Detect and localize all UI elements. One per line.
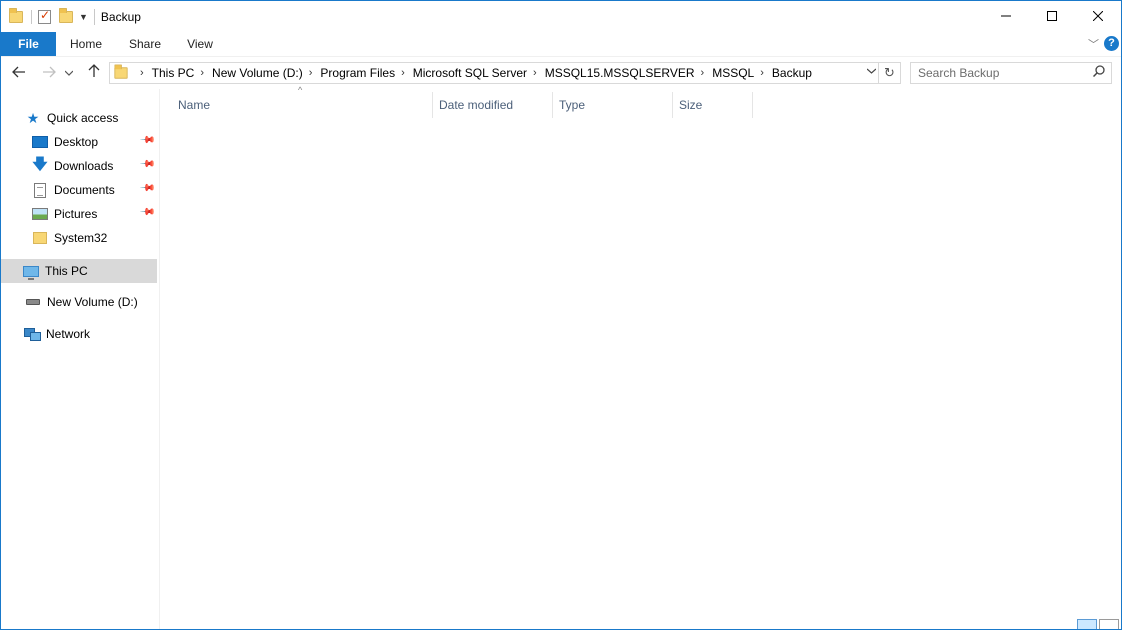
column-divider[interactable] [752,92,753,118]
nav-quick-access[interactable]: ★ Quick access [1,106,157,130]
toolbar-separator [31,10,32,24]
breadcrumb-microsoft-sql-server[interactable]: Microsoft SQL Server [413,66,527,80]
breadcrumb-program-files[interactable]: Program Files [320,66,395,80]
folder-icon [9,8,23,23]
window-title: Backup [100,10,141,24]
pin-icon: 📌 [138,132,156,149]
nav-item-pictures[interactable]: Pictures 📌 [1,202,157,226]
nav-item-label: Documents [54,183,115,197]
folder-icon [114,64,128,79]
nav-item-label: Downloads [54,159,114,173]
column-header-size[interactable]: Size [673,92,751,118]
column-header-type[interactable]: Type [553,92,671,118]
pin-icon: 📌 [138,204,156,221]
nav-item-desktop[interactable]: Desktop 📌 [1,130,157,154]
nav-item-label: System32 [54,231,108,245]
search-icon[interactable] [1092,65,1105,80]
up-arrow-icon [88,64,100,77]
tab-view[interactable]: View [174,32,226,56]
file-list[interactable]: ^ Name Date modified Type Size [160,85,1121,629]
nav-item-label: New Volume (D:) [47,295,138,309]
properties-icon[interactable] [38,8,51,24]
nav-item-documents[interactable]: Documents 📌 [1,178,157,202]
back-arrow-icon [12,66,25,78]
tab-file[interactable]: File [1,32,56,56]
address-row: › This PC › New Volume (D:) › Program Fi… [1,56,1121,89]
minimize-button[interactable] [983,1,1029,31]
breadcrumb-backup[interactable]: Backup [772,66,812,80]
minimize-icon [1001,15,1011,17]
network-icon [24,326,41,342]
pin-icon: 📌 [138,156,156,173]
explorer-window: ▼ Backup File Home Share View ﹀ ? [0,0,1122,630]
pictures-icon [32,206,48,222]
title-bar: ▼ Backup [1,1,1121,32]
chevron-down-icon [64,70,74,76]
tab-share[interactable]: Share [116,32,174,56]
title-separator [93,9,95,25]
breadcrumb-chevron-icon[interactable]: › [401,67,405,79]
close-icon [1093,11,1103,21]
drive-icon [25,294,41,310]
nav-item-network[interactable]: Network [1,322,157,346]
address-bar[interactable]: › This PC › New Volume (D:) › Program Fi… [109,62,879,84]
forward-arrow-icon [43,66,56,78]
breadcrumb-mssql15[interactable]: MSSQL15.MSSQLSERVER [545,66,695,80]
new-folder-icon[interactable] [59,8,73,23]
breadcrumb-new-volume[interactable]: New Volume (D:) [212,66,303,80]
breadcrumb-mssql[interactable]: MSSQL [712,66,754,80]
nav-item-new-volume[interactable]: New Volume (D:) [1,290,157,314]
refresh-icon: ↻ [884,65,895,80]
nav-item-this-pc[interactable]: This PC [1,259,157,283]
nav-item-label: Network [46,327,91,341]
maximize-icon [1047,11,1057,21]
folder-icon [32,230,48,246]
documents-icon [32,182,48,198]
large-icons-view-icon[interactable] [1099,619,1119,629]
help-icon[interactable]: ? [1104,36,1119,51]
back-button[interactable] [9,63,29,83]
nav-item-system32[interactable]: System32 [1,226,157,250]
star-icon: ★ [26,109,40,126]
recent-locations-button[interactable] [63,63,75,83]
breadcrumb-chevron-icon[interactable]: › [701,67,705,79]
pin-icon: 📌 [138,180,156,197]
downloads-icon: 🡇 [32,155,48,173]
navigation-pane: ★ Quick access Desktop 📌 🡇 Downloads 📌 D… [1,89,159,629]
window-controls [983,1,1121,31]
breadcrumb-this-pc[interactable]: This PC [152,66,195,80]
breadcrumb-chevron-icon[interactable]: › [200,67,204,79]
address-history-dropdown-icon[interactable] [866,66,877,77]
customize-toolbar-dropdown-icon[interactable]: ▼ [79,12,88,22]
details-view-icon[interactable] [1077,619,1097,629]
breadcrumb-chevron-icon[interactable]: › [760,67,764,79]
quick-access-toolbar: ▼ Backup [9,7,141,27]
up-button[interactable] [84,63,104,83]
nav-item-downloads[interactable]: 🡇 Downloads 📌 [1,154,157,178]
column-header-name[interactable]: Name [172,92,430,118]
forward-button[interactable] [39,63,59,83]
nav-item-label: Desktop [54,135,99,149]
close-button[interactable] [1075,1,1121,31]
breadcrumb-chevron-icon[interactable]: › [309,67,313,79]
nav-item-label: Pictures [54,207,98,221]
breadcrumb-chevron-icon[interactable]: › [140,67,144,79]
column-header-date-modified[interactable]: Date modified [433,92,551,118]
nav-item-label: This PC [45,264,88,278]
tab-home[interactable]: Home [56,32,116,56]
maximize-button[interactable] [1029,1,1075,31]
desktop-icon [32,134,48,150]
nav-item-label: Quick access [47,111,119,125]
ribbon-tabs: File Home Share View ﹀ ? [1,32,1121,56]
search-box[interactable] [910,62,1112,84]
computer-icon [23,263,39,280]
search-input[interactable] [911,63,1081,83]
breadcrumb-chevron-icon[interactable]: › [533,67,537,79]
refresh-button[interactable]: ↻ [879,62,901,84]
view-switcher [1075,619,1119,629]
expand-ribbon-chevron-icon[interactable]: ﹀ [1088,36,1099,52]
